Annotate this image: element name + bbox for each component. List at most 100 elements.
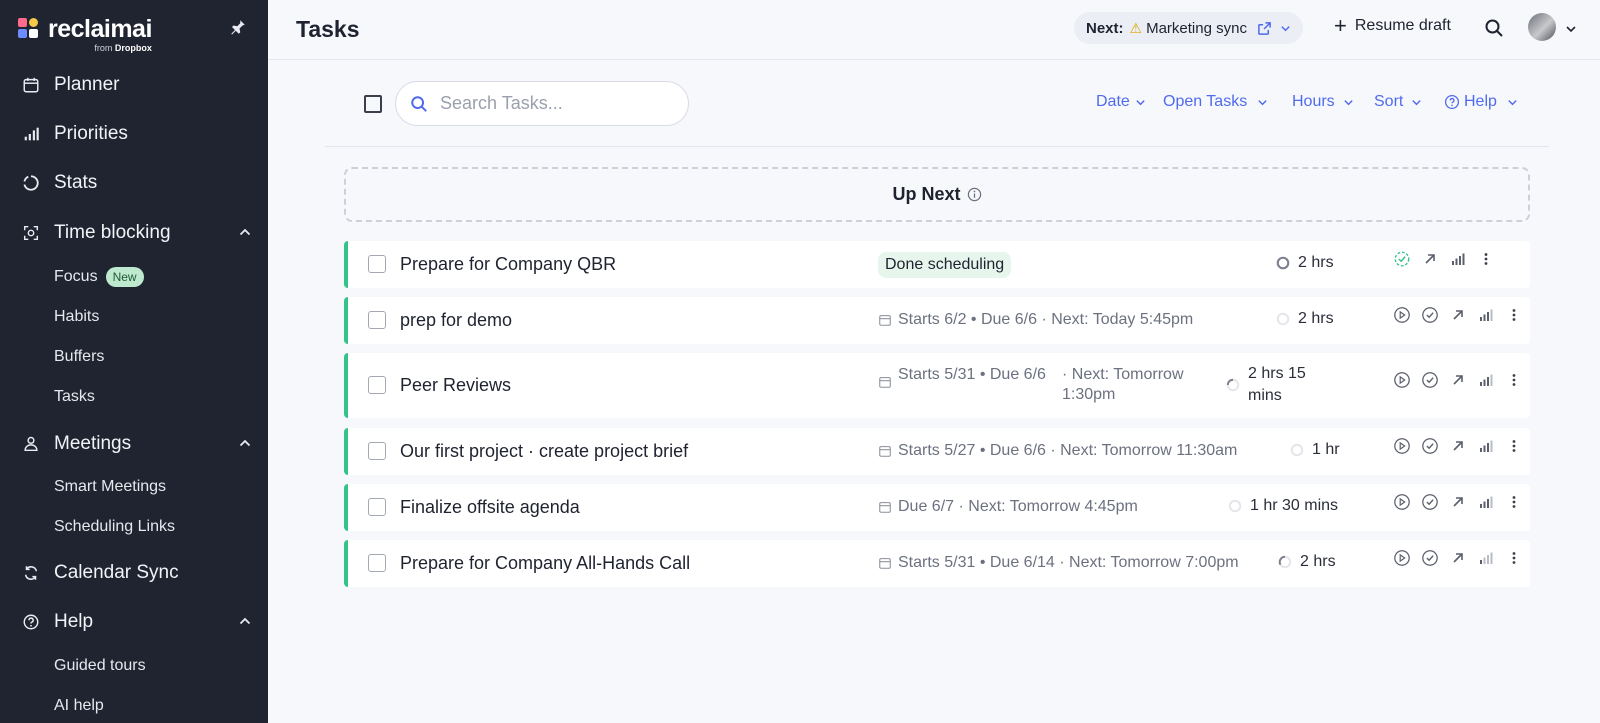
- up-next-dropzone[interactable]: Up Next: [344, 167, 1530, 222]
- reclaim-logo[interactable]: reclaimai from Dropbox: [18, 16, 152, 53]
- resume-draft-button[interactable]: + Resume draft: [1334, 15, 1451, 37]
- task-row[interactable]: Prepare for Company QBR Done scheduling …: [344, 241, 1530, 288]
- task-row[interactable]: Finalize offsite agenda Due 6/7 · Next: …: [344, 484, 1530, 531]
- task-duration: 2 hrs 15 mins: [1226, 363, 1328, 407]
- sidebar-item-buffers[interactable]: Buffers: [54, 346, 104, 368]
- external-link-icon[interactable]: [1257, 21, 1272, 36]
- hours-filter[interactable]: Hours: [1292, 93, 1354, 111]
- avatar[interactable]: [1528, 13, 1556, 41]
- task-checkbox[interactable]: [368, 554, 386, 572]
- more-vertical-icon[interactable]: [1500, 372, 1528, 388]
- play-icon[interactable]: [1388, 306, 1416, 324]
- date-filter[interactable]: Date: [1096, 93, 1146, 111]
- task-title[interactable]: Prepare for Company All-Hands Call: [400, 553, 690, 574]
- task-schedule: Starts 5/31 • Due 6/6 · Next: Tomorrow 1…: [878, 365, 1212, 405]
- sidebar-item-label: Calendar Sync: [54, 562, 179, 583]
- sidebar-item-tasks[interactable]: Tasks: [54, 386, 95, 408]
- sidebar-subitem-label: Focus: [54, 268, 98, 285]
- task-checkbox[interactable]: [368, 376, 386, 394]
- task-title[interactable]: prep for demo: [400, 310, 512, 331]
- priority-bars-icon[interactable]: [1444, 251, 1472, 267]
- sidebar-item-calendar-sync[interactable]: Calendar Sync: [22, 558, 252, 588]
- task-duration: 2 hrs: [1278, 553, 1336, 571]
- search-icon[interactable]: [1484, 18, 1504, 43]
- priority-bars-icon[interactable]: [1472, 494, 1500, 510]
- open-arrow-icon[interactable]: [1416, 251, 1444, 267]
- open-arrow-icon[interactable]: [1444, 438, 1472, 454]
- task-checkbox[interactable]: [368, 311, 386, 329]
- play-icon[interactable]: [1388, 437, 1416, 455]
- chevron-up-icon[interactable]: [238, 436, 252, 450]
- complete-check-icon[interactable]: [1416, 549, 1444, 567]
- complete-check-icon[interactable]: [1416, 493, 1444, 511]
- sidebar-item-habits[interactable]: Habits: [54, 306, 99, 328]
- sidebar-item-stats[interactable]: Stats: [22, 168, 252, 198]
- task-title[interactable]: Finalize offsite agenda: [400, 497, 580, 518]
- sidebar: reclaimai from Dropbox Planner Prioritie…: [0, 0, 268, 723]
- chevron-down-icon: [1508, 99, 1517, 105]
- priority-bars-icon[interactable]: [1472, 438, 1500, 454]
- play-icon[interactable]: [1388, 549, 1416, 567]
- filter-label: Date: [1096, 93, 1130, 110]
- task-row[interactable]: prep for demo Starts 6/2 • Due 6/6 · Nex…: [344, 297, 1530, 344]
- task-row[interactable]: Prepare for Company All-Hands Call Start…: [344, 540, 1530, 587]
- open-tasks-filter[interactable]: Open Tasks: [1163, 93, 1268, 111]
- sort-filter[interactable]: Sort: [1374, 93, 1422, 111]
- toolbar-divider: [325, 146, 1549, 147]
- chevron-up-icon[interactable]: [238, 614, 252, 628]
- open-arrow-icon[interactable]: [1444, 494, 1472, 510]
- search-tasks-field[interactable]: [395, 81, 689, 126]
- chevron-down-icon[interactable]: [1565, 22, 1577, 40]
- sidebar-item-priorities[interactable]: Priorities: [22, 119, 252, 149]
- priority-bars-icon[interactable]: [1472, 550, 1500, 566]
- task-title[interactable]: Our first project · create project brief: [400, 441, 688, 462]
- scheduled-check-icon[interactable]: [1388, 250, 1416, 268]
- play-icon[interactable]: [1388, 371, 1416, 389]
- more-vertical-icon[interactable]: [1500, 494, 1528, 510]
- calendar-icon: [22, 76, 40, 94]
- sidebar-item-help[interactable]: Help: [22, 607, 252, 637]
- progress-ring-icon: [1228, 499, 1242, 513]
- sidebar-item-guided-tours[interactable]: Guided tours: [54, 655, 146, 677]
- sidebar-item-label: Help: [54, 611, 94, 632]
- pin-icon[interactable]: [229, 18, 249, 38]
- sidebar-item-time-blocking[interactable]: Time blocking: [22, 218, 252, 248]
- task-title[interactable]: Prepare for Company QBR: [400, 254, 616, 275]
- task-row[interactable]: Peer Reviews Starts 5/31 • Due 6/6 · Nex…: [344, 353, 1530, 418]
- complete-check-icon[interactable]: [1416, 437, 1444, 455]
- task-row[interactable]: Our first project · create project brief…: [344, 428, 1530, 475]
- play-icon[interactable]: [1388, 493, 1416, 511]
- chevron-up-icon[interactable]: [238, 225, 252, 239]
- more-vertical-icon[interactable]: [1500, 438, 1528, 454]
- complete-check-icon[interactable]: [1416, 371, 1444, 389]
- select-all-checkbox[interactable]: [364, 95, 382, 113]
- task-checkbox[interactable]: [368, 255, 386, 273]
- more-vertical-icon[interactable]: [1500, 307, 1528, 323]
- open-arrow-icon[interactable]: [1444, 550, 1472, 566]
- sidebar-item-focus[interactable]: Focus New: [54, 266, 144, 288]
- sidebar-item-smart-meetings[interactable]: Smart Meetings: [54, 476, 166, 498]
- sidebar-item-label: Planner: [54, 74, 120, 95]
- chevron-down-icon[interactable]: [1280, 23, 1291, 34]
- calendar-icon: [879, 315, 891, 326]
- more-vertical-icon[interactable]: [1472, 251, 1500, 267]
- chevron-down-icon: [1344, 99, 1353, 105]
- search-input[interactable]: [440, 93, 660, 114]
- priority-bars-icon[interactable]: [1472, 307, 1500, 323]
- info-icon[interactable]: [967, 187, 982, 202]
- sidebar-item-ai-help[interactable]: AI help: [54, 695, 104, 717]
- priority-bars-icon[interactable]: [1472, 372, 1500, 388]
- open-arrow-icon[interactable]: [1444, 307, 1472, 323]
- open-arrow-icon[interactable]: [1444, 372, 1472, 388]
- sidebar-item-scheduling-links[interactable]: Scheduling Links: [54, 516, 175, 538]
- help-filter[interactable]: Help: [1444, 93, 1518, 111]
- sidebar-item-planner[interactable]: Planner: [22, 70, 252, 100]
- more-vertical-icon[interactable]: [1500, 550, 1528, 566]
- next-event-pill[interactable]: Next: ⚠ Marketing sync: [1074, 12, 1303, 44]
- task-title[interactable]: Peer Reviews: [400, 375, 511, 396]
- complete-check-icon[interactable]: [1416, 306, 1444, 324]
- task-duration: 1 hr 30 mins: [1228, 497, 1338, 515]
- task-checkbox[interactable]: [368, 442, 386, 460]
- task-checkbox[interactable]: [368, 498, 386, 516]
- sidebar-item-meetings[interactable]: Meetings: [22, 429, 252, 459]
